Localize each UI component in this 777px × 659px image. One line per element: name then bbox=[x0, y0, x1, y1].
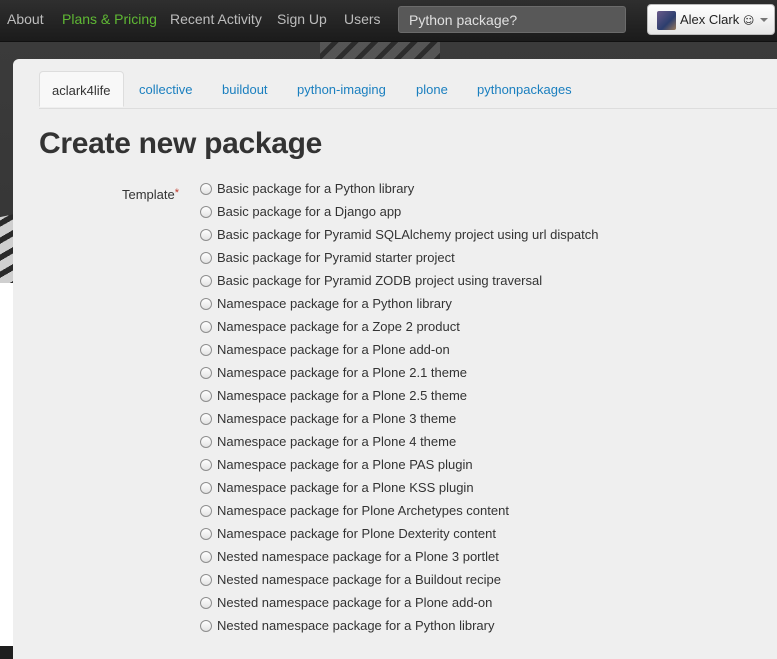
template-radio[interactable] bbox=[200, 252, 212, 264]
template-option-label: Basic package for Pyramid ZODB project u… bbox=[217, 273, 543, 288]
required-marker: * bbox=[174, 187, 180, 199]
template-radio[interactable] bbox=[200, 298, 212, 310]
template-option-label: Basic package for Pyramid starter projec… bbox=[217, 250, 455, 265]
smiley-icon: ☺ bbox=[742, 14, 755, 27]
decorative-stripes bbox=[320, 41, 440, 61]
template-option-label: Basic package for Pyramid SQLAlchemy pro… bbox=[217, 227, 599, 242]
tab-collective[interactable]: collective bbox=[139, 71, 192, 107]
nav-link-users[interactable]: Users bbox=[344, 11, 381, 27]
nav-link-about[interactable]: About bbox=[7, 11, 44, 27]
tab-aclark4life[interactable]: aclark4life bbox=[39, 71, 124, 107]
template-radio[interactable] bbox=[200, 183, 212, 195]
tab-python-imaging[interactable]: python-imaging bbox=[297, 71, 386, 107]
template-option-label: Nested namespace package for a Python li… bbox=[217, 618, 495, 633]
template-option-label: Namespace package for a Plone KSS plugin bbox=[217, 480, 474, 495]
template-option-label: Basic package for a Python library bbox=[217, 181, 415, 196]
template-radio[interactable] bbox=[200, 229, 212, 241]
search-input[interactable] bbox=[398, 6, 626, 33]
template-option-label: Namespace package for a Plone 2.1 theme bbox=[217, 365, 468, 380]
page-title: Create new package bbox=[39, 127, 323, 160]
org-tabs: aclark4life collective buildout python-i… bbox=[39, 71, 777, 109]
template-option-label: Namespace package for Plone Archetypes c… bbox=[217, 503, 509, 518]
user-name: Alex Clark ☺ bbox=[680, 12, 755, 27]
template-radio[interactable] bbox=[200, 275, 212, 287]
template-radio[interactable] bbox=[200, 528, 212, 540]
chevron-down-icon bbox=[760, 18, 768, 22]
template-radio[interactable] bbox=[200, 367, 212, 379]
template-radio[interactable] bbox=[200, 321, 212, 333]
template-radio[interactable] bbox=[200, 505, 212, 517]
nav-link-plans-pricing[interactable]: Plans & Pricing bbox=[62, 11, 157, 27]
template-option-label: Namespace package for a Plone add-on bbox=[217, 342, 450, 357]
template-option-label: Namespace package for a Zope 2 product bbox=[217, 319, 460, 334]
template-radio[interactable] bbox=[200, 459, 212, 471]
template-option-label: Namespace package for a Plone 3 theme bbox=[217, 411, 457, 426]
template-radio[interactable] bbox=[200, 436, 212, 448]
main-panel: aclark4life collective buildout python-i… bbox=[13, 59, 777, 659]
template-radio[interactable] bbox=[200, 597, 212, 609]
template-option-label: Nested namespace package for a Plone 3 p… bbox=[217, 549, 499, 564]
template-radio[interactable] bbox=[200, 620, 212, 632]
tab-buildout[interactable]: buildout bbox=[222, 71, 268, 107]
template-radio[interactable] bbox=[200, 413, 212, 425]
template-radio[interactable] bbox=[200, 206, 212, 218]
tab-plone[interactable]: plone bbox=[416, 71, 448, 107]
template-option-label: Namespace package for a Plone 2.5 theme bbox=[217, 388, 468, 403]
template-field-label: Template* bbox=[122, 187, 180, 202]
template-option-label: Namespace package for a Plone PAS plugin bbox=[217, 457, 473, 472]
template-option-label: Nested namespace package for a Buildout … bbox=[217, 572, 502, 587]
template-option-label: Namespace package for a Python library bbox=[217, 296, 452, 311]
nav-link-recent-activity[interactable]: Recent Activity bbox=[170, 11, 262, 27]
template-radio[interactable] bbox=[200, 551, 212, 563]
template-option-label: Namespace package for Plone Dexterity co… bbox=[217, 526, 496, 541]
template-option-label: Nested namespace package for a Plone add… bbox=[217, 595, 493, 610]
avatar bbox=[657, 11, 676, 30]
template-radio[interactable] bbox=[200, 344, 212, 356]
template-radio[interactable] bbox=[200, 482, 212, 494]
template-radio[interactable] bbox=[200, 390, 212, 402]
user-menu-button[interactable]: Alex Clark ☺ bbox=[647, 4, 775, 35]
nav-link-sign-up[interactable]: Sign Up bbox=[277, 11, 327, 27]
tab-pythonpackages[interactable]: pythonpackages bbox=[477, 71, 572, 107]
template-option-label: Namespace package for a Plone 4 theme bbox=[217, 434, 457, 449]
template-option-label: Basic package for a Django app bbox=[217, 204, 402, 219]
template-radio[interactable] bbox=[200, 574, 212, 586]
top-navbar: About Plans & Pricing Recent Activity Si… bbox=[0, 0, 777, 42]
